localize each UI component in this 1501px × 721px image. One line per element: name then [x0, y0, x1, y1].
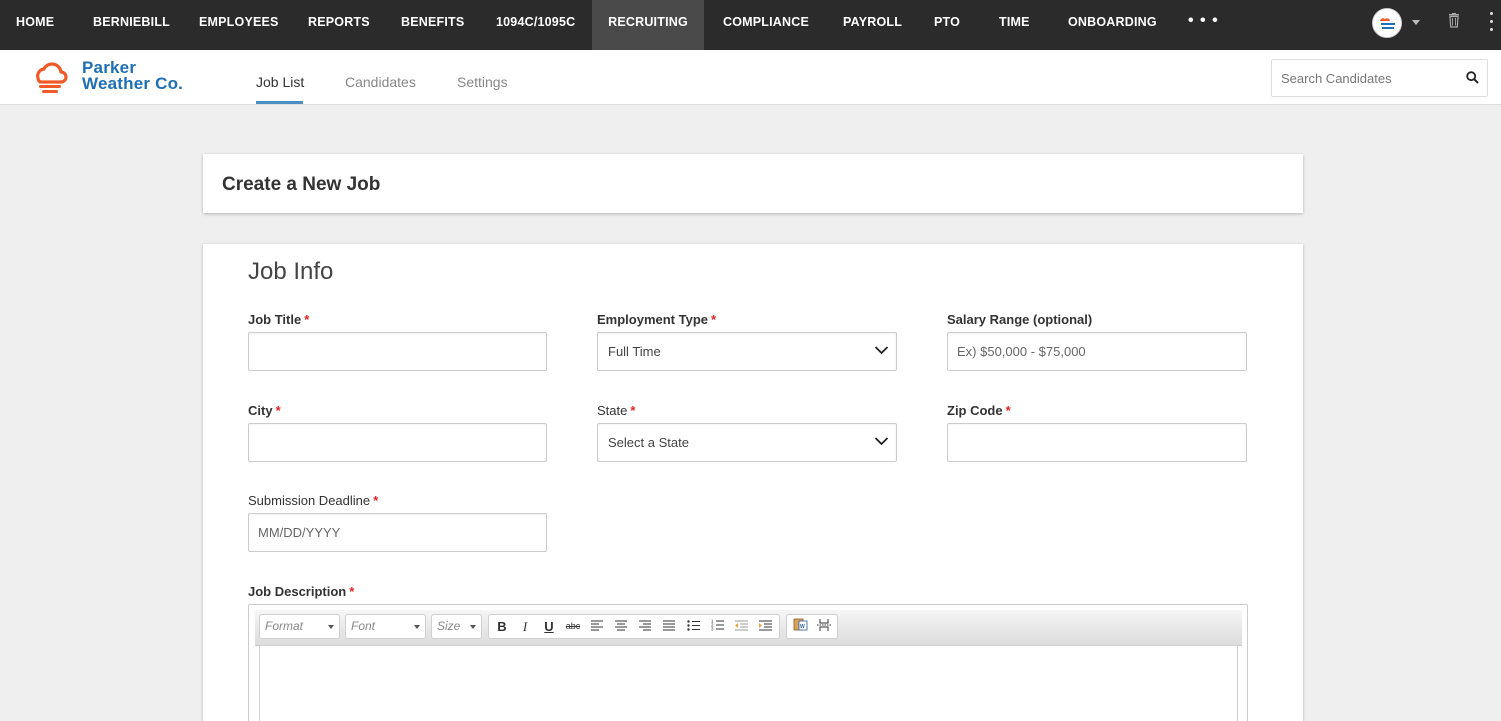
salary-range-input[interactable] — [948, 333, 1246, 370]
state-label: State * — [597, 403, 635, 418]
bold-icon[interactable]: B — [491, 615, 513, 638]
job-description-label-text: Job Description — [248, 584, 347, 599]
company-avatar[interactable] — [1372, 8, 1402, 38]
zip-code-label-text: Zip Code — [947, 403, 1003, 418]
city-input[interactable] — [249, 424, 546, 461]
page-break-icon[interactable] — [813, 615, 835, 638]
job-title-input[interactable] — [249, 333, 546, 370]
chevron-down-icon — [874, 346, 889, 355]
nav-payroll[interactable]: PAYROLL — [843, 0, 902, 44]
logo-line-2: Weather Co. — [82, 74, 184, 93]
required-mark: * — [349, 584, 355, 599]
editor-toolbar: Format Font Size B I U abc 123 W — [255, 610, 1242, 646]
zip-code-label: Zip Code * — [947, 403, 1011, 418]
submission-deadline-label-text: Submission Deadline — [248, 493, 371, 508]
state-select[interactable]: Select a State — [597, 423, 897, 462]
salary-range-label: Salary Range (optional) — [947, 312, 1093, 327]
search-candidates-box — [1271, 59, 1488, 97]
job-description-label: Job Description * — [248, 584, 354, 599]
employment-type-label-text: Employment Type — [597, 312, 709, 327]
avatar-logo-icon — [1374, 10, 1401, 37]
nav-home[interactable]: HOME — [16, 0, 54, 44]
cloud-logo-icon — [36, 62, 68, 93]
svg-text:W: W — [800, 624, 805, 630]
city-label: City * — [248, 403, 281, 418]
job-title-field — [248, 332, 547, 371]
trash-icon[interactable] — [1448, 13, 1460, 33]
bulleted-list-icon[interactable] — [682, 615, 704, 638]
nav-onboarding[interactable]: ONBOARDING — [1068, 0, 1157, 44]
formatting-button-group: B I U abc 123 — [488, 614, 780, 639]
nav-more-icon[interactable]: • • • — [1188, 12, 1219, 30]
job-title-label-text: Job Title — [248, 312, 302, 327]
logo-text: Parker Weather Co. — [82, 59, 184, 93]
format-combo[interactable]: Format — [259, 614, 340, 639]
nav-recruiting[interactable]: RECRUITING — [592, 0, 704, 50]
job-description-textarea[interactable] — [259, 645, 1238, 721]
job-description-editor: Format Font Size B I U abc 123 W — [248, 604, 1248, 721]
underline-icon[interactable]: U — [538, 615, 560, 638]
required-mark: * — [304, 312, 310, 327]
account-caret-icon[interactable] — [1412, 20, 1420, 25]
nav-pto[interactable]: PTO — [934, 0, 960, 44]
zip-code-field — [947, 423, 1247, 462]
tab-candidates[interactable]: Candidates — [345, 74, 416, 90]
nav-time[interactable]: TIME — [999, 0, 1030, 44]
nav-employees[interactable]: EMPLOYEES — [199, 0, 279, 44]
submission-deadline-label: Submission Deadline * — [248, 493, 378, 508]
nav-compliance[interactable]: COMPLIANCE — [723, 0, 809, 44]
tab-settings[interactable]: Settings — [457, 74, 508, 90]
submission-deadline-input[interactable] — [249, 514, 546, 551]
required-mark: * — [630, 403, 636, 418]
nav-reports[interactable]: REPORTS — [308, 0, 370, 44]
search-input[interactable] — [1272, 60, 1457, 96]
justify-icon[interactable] — [658, 615, 680, 638]
size-combo[interactable]: Size — [431, 614, 482, 639]
top-navigation: HOME BERNIEBILL EMPLOYEES REPORTS BENEFI… — [0, 0, 1501, 50]
chevron-down-icon — [874, 437, 889, 446]
employment-type-label: Employment Type * — [597, 312, 716, 327]
kebab-menu-icon[interactable] — [1490, 12, 1494, 36]
state-label-text: State — [597, 403, 628, 418]
indent-icon[interactable] — [754, 615, 776, 638]
format-combo-label: Format — [265, 619, 304, 633]
italic-icon[interactable]: I — [514, 615, 536, 638]
zip-code-input[interactable] — [948, 424, 1246, 461]
strikethrough-icon[interactable]: abc — [562, 615, 584, 638]
outdent-icon[interactable] — [730, 615, 752, 638]
nav-1094c-1095c[interactable]: 1094C/1095C — [496, 0, 575, 44]
employment-type-select[interactable]: Full Time — [597, 332, 897, 371]
tab-job-list[interactable]: Job List — [256, 74, 304, 90]
nav-berniebill[interactable]: BERNIEBILL — [93, 0, 170, 44]
align-center-icon[interactable] — [610, 615, 632, 638]
salary-range-field — [947, 332, 1247, 371]
city-label-text: City — [248, 403, 273, 418]
job-info-heading: Job Info — [248, 258, 334, 285]
required-mark: * — [1005, 403, 1011, 418]
nav-benefits[interactable]: BENEFITS — [401, 0, 464, 44]
align-left-icon[interactable] — [586, 615, 608, 638]
job-title-label: Job Title * — [248, 312, 309, 327]
active-tab-indicator — [256, 101, 303, 104]
company-logo[interactable]: Parker Weather Co. — [30, 56, 205, 100]
search-icon[interactable] — [1466, 71, 1479, 89]
svg-text:3: 3 — [711, 627, 714, 632]
paste-from-word-icon[interactable]: W — [789, 615, 811, 638]
employment-type-value: Full Time — [608, 344, 661, 359]
paste-button-group: W — [786, 614, 838, 639]
font-combo-label: Font — [351, 619, 376, 633]
required-mark: * — [711, 312, 717, 327]
size-combo-label: Size — [437, 619, 461, 633]
submission-deadline-field — [248, 513, 547, 552]
required-mark: * — [275, 403, 281, 418]
required-mark: * — [373, 493, 379, 508]
numbered-list-icon[interactable]: 123 — [706, 615, 728, 638]
city-field — [248, 423, 547, 462]
font-combo[interactable]: Font — [345, 614, 426, 639]
state-value: Select a State — [608, 435, 689, 450]
page-title: Create a New Job — [222, 174, 381, 195]
align-right-icon[interactable] — [634, 615, 656, 638]
